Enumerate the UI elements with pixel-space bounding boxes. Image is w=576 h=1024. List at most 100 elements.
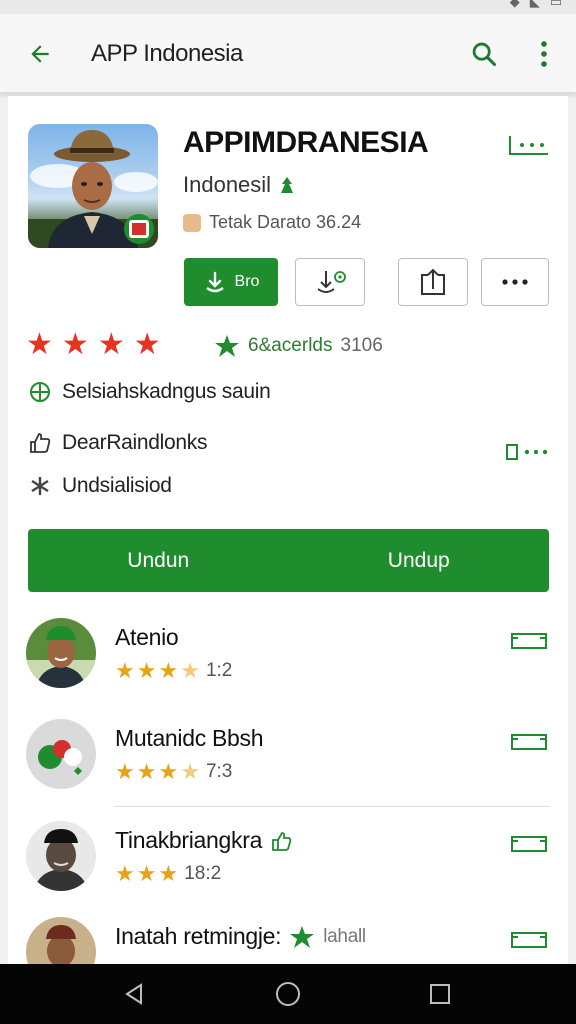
- share-icon: [421, 268, 445, 295]
- review-stars: ★ ★ ★ ★ 1:2: [115, 660, 232, 682]
- reviewer-name: Inatah retmingje: lahall: [115, 923, 366, 950]
- download-left-button[interactable]: Undun: [28, 529, 289, 592]
- page-title: APP Indonesia: [91, 40, 243, 67]
- star-icon: ★: [158, 861, 179, 886]
- star-icon: ★: [133, 328, 161, 361]
- download-icon: [205, 271, 224, 293]
- nav-back-button[interactable]: [118, 978, 150, 1010]
- list-item[interactable]: Inatah retmingje: lahall: [26, 917, 550, 964]
- reviews-count[interactable]: 6&acerlds 3106: [214, 334, 383, 358]
- download-right-button[interactable]: Undup: [289, 529, 550, 592]
- list-item[interactable]: Mutanidc Bbsh ★ ★ ★ ★ 7:3: [26, 719, 550, 803]
- list-action-button[interactable]: [510, 835, 548, 853]
- nav-home-button[interactable]: [272, 978, 304, 1010]
- star-icon: ★: [136, 658, 157, 683]
- more-icon: [506, 444, 548, 460]
- card-icon: [511, 734, 547, 750]
- star-icon: ★: [136, 861, 157, 886]
- overflow-menu-button[interactable]: [528, 36, 560, 72]
- info-row-2: DearRaindlonks: [28, 431, 208, 455]
- star-icon: ★: [97, 328, 125, 361]
- app-name: APPIMDRANESIA: [183, 126, 429, 159]
- review-stars: ★ ★ ★ 18:2: [115, 863, 221, 885]
- wishlist-icon: [509, 136, 548, 155]
- signal-icon: ◣: [529, 0, 540, 9]
- status-icons: ◆ ◣ ▭: [510, 0, 562, 10]
- nav-recents-button[interactable]: [424, 978, 456, 1010]
- list-action-button[interactable]: [510, 931, 548, 949]
- content-rating: Tetak Darato 36.24: [183, 212, 361, 233]
- more-options-button[interactable]: [481, 258, 549, 306]
- wishlist-button[interactable]: [508, 132, 550, 158]
- square-recents-icon: [430, 984, 450, 1004]
- developer-name: Indonesil: [183, 172, 295, 198]
- list-item[interactable]: Atenio ★ ★ ★ ★ 1:2: [26, 618, 550, 702]
- review-score: 1:2: [205, 660, 233, 681]
- badge-icon: [272, 831, 292, 851]
- star-icon: ★: [61, 328, 89, 361]
- card-icon: [511, 836, 547, 852]
- star-icon: ★: [26, 328, 53, 361]
- pin-star-icon: [215, 335, 239, 357]
- wifi-icon: ◆: [509, 0, 520, 9]
- back-button[interactable]: [22, 36, 58, 72]
- search-icon: [472, 42, 497, 67]
- battery-icon: ▭: [549, 0, 562, 9]
- card-icon: [511, 633, 547, 649]
- install-label: Bro: [234, 273, 260, 290]
- reviews-label: 6&acerlds: [248, 335, 333, 356]
- reviews-number: 3106: [340, 335, 383, 356]
- reviewer-tag: lahall: [323, 925, 366, 947]
- info-text-2: DearRaindlonks: [62, 431, 208, 454]
- arrow-back-icon: [31, 45, 49, 63]
- list-item[interactable]: Tinakbriangkra ★ ★ ★ 18:2: [26, 821, 550, 905]
- reviewer-name-text: Inatah retmingje:: [115, 923, 282, 949]
- reviewer-name: Tinakbriangkra: [115, 827, 292, 854]
- triangle-back-icon: [125, 983, 142, 1005]
- info-text-1: Selsiahskadngus sauin: [62, 380, 271, 403]
- half-star-icon: ★: [180, 759, 200, 784]
- asterisk-icon: [31, 477, 49, 495]
- info-more-button[interactable]: [505, 442, 551, 462]
- reviewer-name: Mutanidc Bbsh: [115, 725, 264, 751]
- more-horiz-icon: [502, 279, 528, 285]
- more-vert-icon: [541, 41, 547, 67]
- status-bar: ◆ ◣ ▭: [0, 0, 576, 14]
- avatar: [26, 719, 96, 789]
- list-action-button[interactable]: [510, 632, 548, 650]
- review-stars: ★ ★ ★ ★ 7:3: [115, 761, 232, 783]
- star-icon: ★: [136, 759, 157, 784]
- review-score: 7:3: [205, 761, 233, 782]
- share-button[interactable]: [398, 258, 468, 306]
- content-rating-icon: [183, 213, 201, 232]
- reviewer-name: Atenio: [115, 624, 179, 650]
- half-star-icon: ★: [180, 658, 200, 683]
- star-icon: ★: [115, 658, 135, 683]
- list-divider: [114, 806, 550, 807]
- circle-home-icon: [276, 982, 300, 1006]
- share-download-button[interactable]: [295, 258, 365, 306]
- avatar: [26, 618, 96, 688]
- content-rating-text: Tetak Darato 36.24: [209, 212, 362, 232]
- star-icon: ★: [158, 658, 179, 683]
- verified-icon: [281, 177, 294, 193]
- reviewer-name-text: Tinakbriangkra: [115, 827, 263, 853]
- review-score: 18:2: [184, 863, 222, 884]
- avatar: [26, 917, 96, 964]
- install-button[interactable]: Bro: [184, 258, 278, 306]
- avatar: [26, 821, 96, 891]
- info-row-1: Selsiahskadngus sauin: [28, 380, 271, 404]
- info-row-3: Undsialisiod: [28, 474, 172, 498]
- list-action-button[interactable]: [510, 733, 548, 751]
- leaf-star-icon: [290, 925, 315, 948]
- search-button[interactable]: [466, 36, 502, 72]
- app-icon: [28, 124, 158, 248]
- star-icon: ★: [158, 759, 179, 784]
- thumbs-up-icon: [30, 433, 51, 453]
- star-icon: ★: [115, 759, 135, 784]
- card-icon: [511, 932, 547, 948]
- download-share-icon: [317, 271, 346, 293]
- system-nav-bar: [0, 964, 576, 1024]
- info-text-3: Undsialisiod: [62, 474, 172, 497]
- globe-icon: [30, 382, 50, 402]
